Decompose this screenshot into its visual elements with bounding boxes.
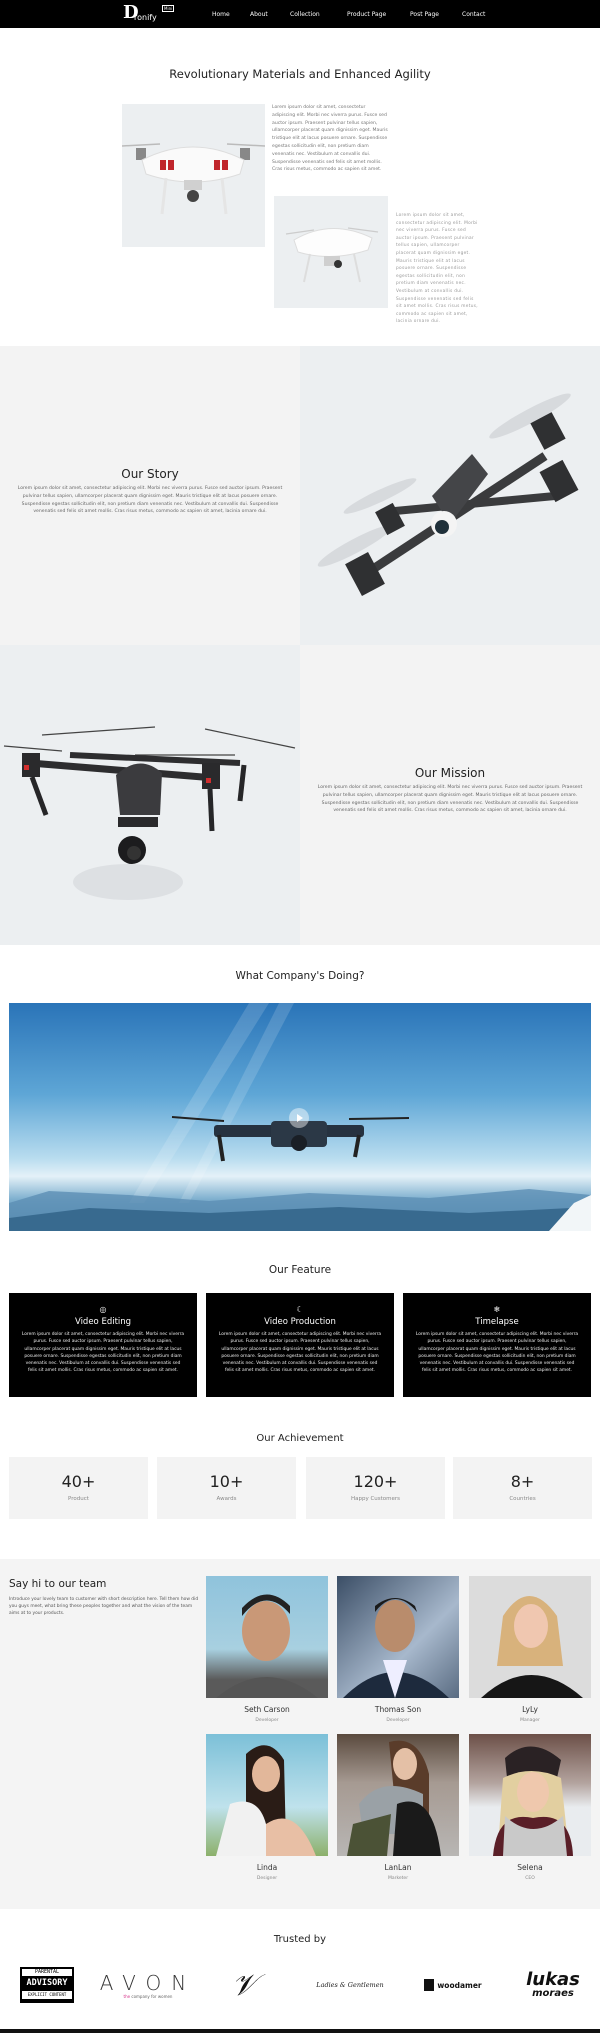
achievement-label: Product (68, 1496, 89, 1502)
logo-badge: Mini (162, 5, 175, 12)
timelapse-icon: ❄ (493, 1305, 501, 1314)
white-drone-illustration (122, 143, 265, 215)
play-video-button[interactable] (289, 1108, 309, 1128)
logo-ladies-gentlemen: Ladies & Gentlemen (316, 1981, 384, 1989)
member-role: CEO (525, 1876, 535, 1881)
member-name: Linda (256, 1863, 278, 1872)
feature-card-video-editing: ◎ Video Editing Lorem ipsum dolor sit am… (9, 1293, 197, 1397)
achievement-card: 120+ Happy Customers (306, 1457, 445, 1519)
achievement-card: 10+ Awards (157, 1457, 296, 1519)
achievement-label: Happy Customers (350, 1496, 401, 1502)
mission-text: Lorem ipsum dolor sit amet, consectetur … (317, 785, 583, 814)
intro-paragraph-2: Lorem ipsum dolor sit amet, consectetur … (396, 213, 478, 325)
story-block: Our Story Lorem ipsum dolor sit amet, co… (10, 467, 290, 516)
logo-parental-advisory: PARENTAL ADVISORY EXPLICIT CONTENT (19, 1967, 75, 2003)
nav-link-contact[interactable]: Contact (462, 11, 485, 18)
achievement-label: Awards (216, 1496, 237, 1502)
story-title: Our Story (121, 467, 179, 481)
member-photo (469, 1734, 591, 1856)
feature-description: Lorem ipsum dolor sit amet, consectetur … (21, 1332, 185, 1374)
intro-title: Revolutionary Materials and Enhanced Agi… (169, 67, 431, 81)
member-name: Thomas Son (374, 1705, 422, 1714)
nav-link-collection[interactable]: Collection (290, 11, 320, 18)
inspire-drone-illustration (3, 726, 296, 900)
member-role: Developer (386, 1718, 410, 1723)
achievement-value: 8+ (510, 1472, 535, 1491)
member-name: Selena (517, 1863, 543, 1872)
member-photo (337, 1576, 459, 1698)
dark-drone-image-mission (0, 645, 300, 945)
team-title: Say hi to our team (9, 1578, 107, 1590)
member-photo (206, 1734, 328, 1856)
nav-link-about[interactable]: About (250, 11, 268, 18)
member-role: Developer (255, 1718, 279, 1723)
dark-drone-illustration (317, 393, 579, 596)
member-photo (337, 1734, 459, 1856)
feature-card-video-production: ☾ Video Production Lorem ipsum dolor sit… (206, 1293, 394, 1397)
mission-title: Our Mission (414, 766, 486, 780)
achievement-value: 120+ (353, 1472, 398, 1491)
white-drone-image-large (122, 104, 265, 247)
logo-woodamer: woodamer (420, 1967, 486, 2003)
achievement-value: 10+ (209, 1472, 244, 1491)
feature-title: Video Production (264, 1317, 336, 1327)
achievement-value: 40+ (61, 1472, 96, 1491)
dark-drone-image-story (300, 346, 600, 645)
logo-v-mark: 𝒱 (231, 1967, 257, 2003)
member-role: Manager (520, 1718, 540, 1723)
feature-title: Timelapse (475, 1317, 519, 1327)
achievement-card: 8+ Countries (453, 1457, 592, 1519)
video-production-icon: ☾ (296, 1305, 304, 1314)
achievement-label: Countries (509, 1496, 536, 1502)
nav-link-product-page[interactable]: Product Page (347, 11, 386, 18)
story-text: Lorem ipsum dolor sit amet, consectetur … (17, 486, 283, 515)
member-photo (469, 1576, 591, 1698)
nav-link-post-page[interactable]: Post Page (410, 11, 439, 18)
achievement-card: 40+ Product (9, 1457, 148, 1519)
feature-description: Lorem ipsum dolor sit amet, consectetur … (415, 1332, 579, 1374)
member-name: Seth Carson (244, 1705, 290, 1714)
member-name: LyLy (522, 1705, 538, 1714)
member-role: Marketer (387, 1876, 409, 1881)
video-section-title: What Company's Doing? (235, 970, 365, 982)
white-drone-image-small (274, 196, 388, 308)
achievements-title: Our Achievement (256, 1433, 344, 1444)
mission-block: Our Mission Lorem ipsum dolor sit amet, … (310, 766, 590, 815)
white-drone-small-illustration (285, 227, 379, 283)
team-intro: Introduce your lovely team to customer w… (9, 1597, 199, 1616)
trusted-title: Trusted by (273, 1934, 327, 1945)
top-navigation: D ronify Mini Home About Collection Prod… (0, 0, 600, 28)
feature-card-timelapse: ❄ Timelapse Lorem ipsum dolor sit amet, … (403, 1293, 591, 1397)
features-title: Our Feature (268, 1264, 332, 1276)
feature-description: Lorem ipsum dolor sit amet, consectetur … (218, 1332, 382, 1374)
logo-word: ronify (134, 13, 157, 22)
video-editing-icon: ◎ (99, 1305, 107, 1314)
member-role: Designer (256, 1876, 278, 1881)
feature-title: Video Editing (74, 1317, 132, 1327)
footer-bar (0, 2029, 600, 2033)
member-photo (206, 1576, 328, 1698)
logo-lukas-moraes: lukas moraes (526, 1968, 580, 1999)
member-name: LanLan (384, 1863, 412, 1872)
nav-link-home[interactable]: Home (212, 11, 230, 18)
logo-avon: AVON the company for women (99, 1970, 197, 1999)
brand-logo[interactable]: D ronify Mini (123, 4, 175, 26)
intro-paragraph-1: Lorem ipsum dolor sit amet, consectetur … (272, 105, 388, 173)
